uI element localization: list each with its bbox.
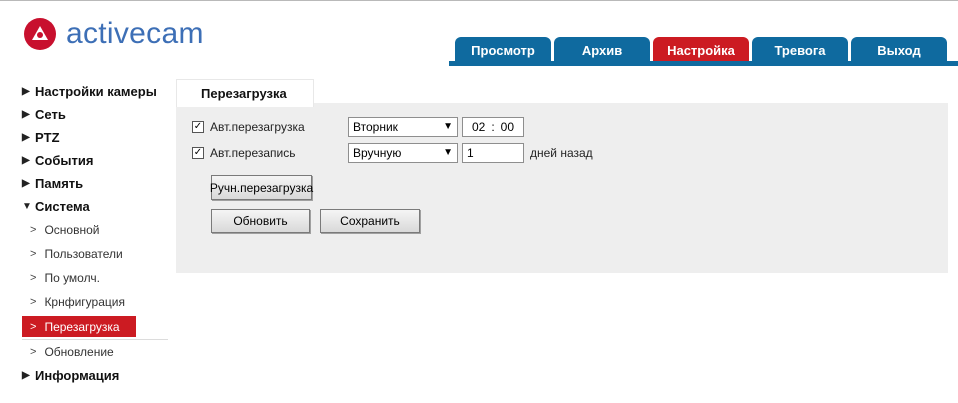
sidebar-item-label: Сеть bbox=[35, 107, 66, 122]
expand-arrow-icon: ▶ bbox=[22, 178, 30, 189]
sidebar-subitem-update[interactable]: > Обновление bbox=[22, 340, 168, 364]
sidebar-subitem-label: Крнфигурация bbox=[44, 295, 125, 309]
overwrite-days-input[interactable]: 1 bbox=[462, 143, 524, 163]
expand-arrow-icon: ▶ bbox=[22, 370, 30, 381]
sidebar-item-events[interactable]: ▶ События bbox=[22, 149, 168, 172]
sidebar-item-label: Память bbox=[35, 176, 84, 191]
sidebar-subitem-label: По умолч. bbox=[44, 271, 100, 285]
sidebar-subitem-reboot[interactable]: > Перезагрузка bbox=[22, 316, 136, 337]
activecam-logo-icon bbox=[24, 18, 56, 50]
chevron-right-icon: > bbox=[30, 346, 37, 358]
nav-underline bbox=[449, 61, 958, 66]
chevron-right-icon: > bbox=[30, 272, 37, 284]
header: activecam Просмотр Архив Настройка Трево… bbox=[0, 6, 958, 66]
chevron-right-icon: > bbox=[30, 248, 37, 260]
chevron-down-icon: ▼ bbox=[443, 147, 453, 158]
manual-reboot-button[interactable]: Ручн.перезагрузка bbox=[210, 175, 313, 200]
overwrite-mode-select[interactable]: Вручную ▼ bbox=[348, 143, 458, 163]
auto-overwrite-row: ✓ Авт.перезапись Вручную ▼ 1 дней назад bbox=[192, 143, 593, 163]
sidebar-item-camera-settings[interactable]: ▶ Настройки камеры bbox=[22, 80, 168, 103]
reboot-minute: 00 bbox=[500, 120, 515, 134]
reboot-hour: 02 bbox=[471, 120, 486, 134]
sidebar-item-label: Настройки камеры bbox=[35, 84, 157, 99]
days-ago-label: дней назад bbox=[530, 146, 593, 160]
sidebar-subitem-label: Перезагрузка bbox=[44, 319, 120, 334]
content-tab-reboot[interactable]: Перезагрузка bbox=[176, 79, 314, 107]
auto-reboot-checkbox[interactable]: ✓ bbox=[192, 121, 204, 133]
auto-overwrite-label: Авт.перезапись bbox=[210, 146, 296, 160]
reboot-day-value: Вторник bbox=[353, 120, 398, 134]
sidebar-item-label: PTZ bbox=[35, 130, 60, 145]
collapse-arrow-icon: ▼ bbox=[22, 201, 32, 212]
sidebar-item-information[interactable]: ▶ Информация bbox=[22, 364, 168, 387]
tab-alarm[interactable]: Тревога bbox=[752, 37, 848, 63]
sidebar-item-storage[interactable]: ▶ Память bbox=[22, 172, 168, 195]
chevron-down-icon: ▼ bbox=[443, 121, 453, 132]
sidebar-subitem-configuration[interactable]: > Крнфигурация bbox=[22, 290, 168, 314]
chevron-right-icon: > bbox=[30, 320, 37, 333]
top-nav: Просмотр Архив Настройка Тревога Выход bbox=[455, 37, 950, 63]
auto-overwrite-checkbox[interactable]: ✓ bbox=[192, 147, 204, 159]
sidebar-item-system[interactable]: ▼ Система bbox=[22, 195, 168, 218]
tab-view[interactable]: Просмотр bbox=[455, 37, 551, 63]
chevron-right-icon: > bbox=[30, 296, 37, 308]
sidebar-item-label: События bbox=[35, 153, 94, 168]
sidebar: ▶ Настройки камеры ▶ Сеть ▶ PTZ ▶ Событи… bbox=[22, 80, 168, 387]
expand-arrow-icon: ▶ bbox=[22, 86, 30, 97]
overwrite-mode-value: Вручную bbox=[353, 146, 402, 160]
expand-arrow-icon: ▶ bbox=[22, 132, 30, 143]
logo-text: activecam bbox=[66, 17, 204, 50]
tab-archive[interactable]: Архив bbox=[554, 37, 650, 63]
chevron-right-icon: > bbox=[30, 224, 37, 236]
refresh-button[interactable]: Обновить bbox=[211, 209, 310, 233]
tab-logout[interactable]: Выход bbox=[851, 37, 947, 63]
sidebar-subitem-label: Пользователи bbox=[44, 247, 123, 261]
tab-settings[interactable]: Настройка bbox=[653, 37, 749, 63]
auto-reboot-label: Авт.перезагрузка bbox=[210, 120, 305, 134]
save-button[interactable]: Сохранить bbox=[320, 209, 420, 233]
sidebar-item-label: Система bbox=[35, 199, 90, 214]
expand-arrow-icon: ▶ bbox=[22, 109, 30, 120]
reboot-day-select[interactable]: Вторник ▼ bbox=[348, 117, 458, 137]
sidebar-item-label: Информация bbox=[35, 368, 120, 383]
sidebar-subitem-defaults[interactable]: > По умолч. bbox=[22, 266, 168, 290]
logo: activecam bbox=[24, 18, 204, 50]
auto-reboot-row: ✓ Авт.перезагрузка Вторник ▼ 02 : 00 bbox=[192, 117, 524, 137]
reboot-time-field[interactable]: 02 : 00 bbox=[462, 117, 524, 137]
sidebar-item-ptz[interactable]: ▶ PTZ bbox=[22, 126, 168, 149]
sidebar-subitem-users[interactable]: > Пользователи bbox=[22, 242, 168, 266]
sidebar-subitem-basic[interactable]: > Основной bbox=[22, 218, 168, 242]
expand-arrow-icon: ▶ bbox=[22, 155, 30, 166]
sidebar-subitem-label: Обновление bbox=[44, 345, 114, 359]
sidebar-item-network[interactable]: ▶ Сеть bbox=[22, 103, 168, 126]
time-separator: : bbox=[491, 120, 495, 134]
sidebar-subitem-label: Основной bbox=[44, 223, 100, 237]
